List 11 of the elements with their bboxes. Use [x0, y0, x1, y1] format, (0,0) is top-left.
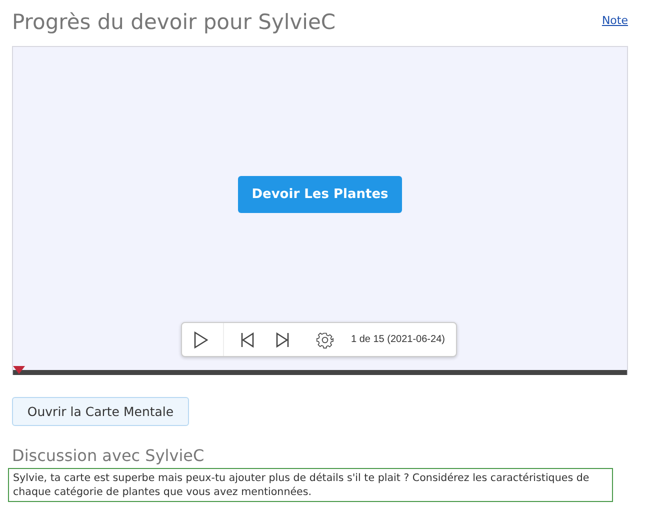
open-mindmap-button[interactable]: Ouvrir la Carte Mentale: [12, 397, 189, 426]
previous-icon[interactable]: [240, 332, 255, 348]
play-icon[interactable]: [193, 330, 209, 348]
progress-marker-icon[interactable]: [13, 366, 25, 374]
slide-counter: 1 de 15 (2021-06-24): [351, 334, 445, 345]
discussion-title: Discussion avec SylvieC: [12, 446, 206, 465]
next-icon[interactable]: [275, 332, 290, 348]
page-title: Progrès du devoir pour SylvieC: [12, 10, 336, 34]
comment-box: Sylvie, ta carte est superbe mais peux-tu ajouter plus de détails s'il te plait ? Considérez les caractéristiques de chaque catégorie de plantes que vous avez mentionnées.: [8, 468, 613, 502]
note-link[interactable]: Note: [602, 14, 628, 26]
settings-icon[interactable]: [316, 330, 334, 348]
